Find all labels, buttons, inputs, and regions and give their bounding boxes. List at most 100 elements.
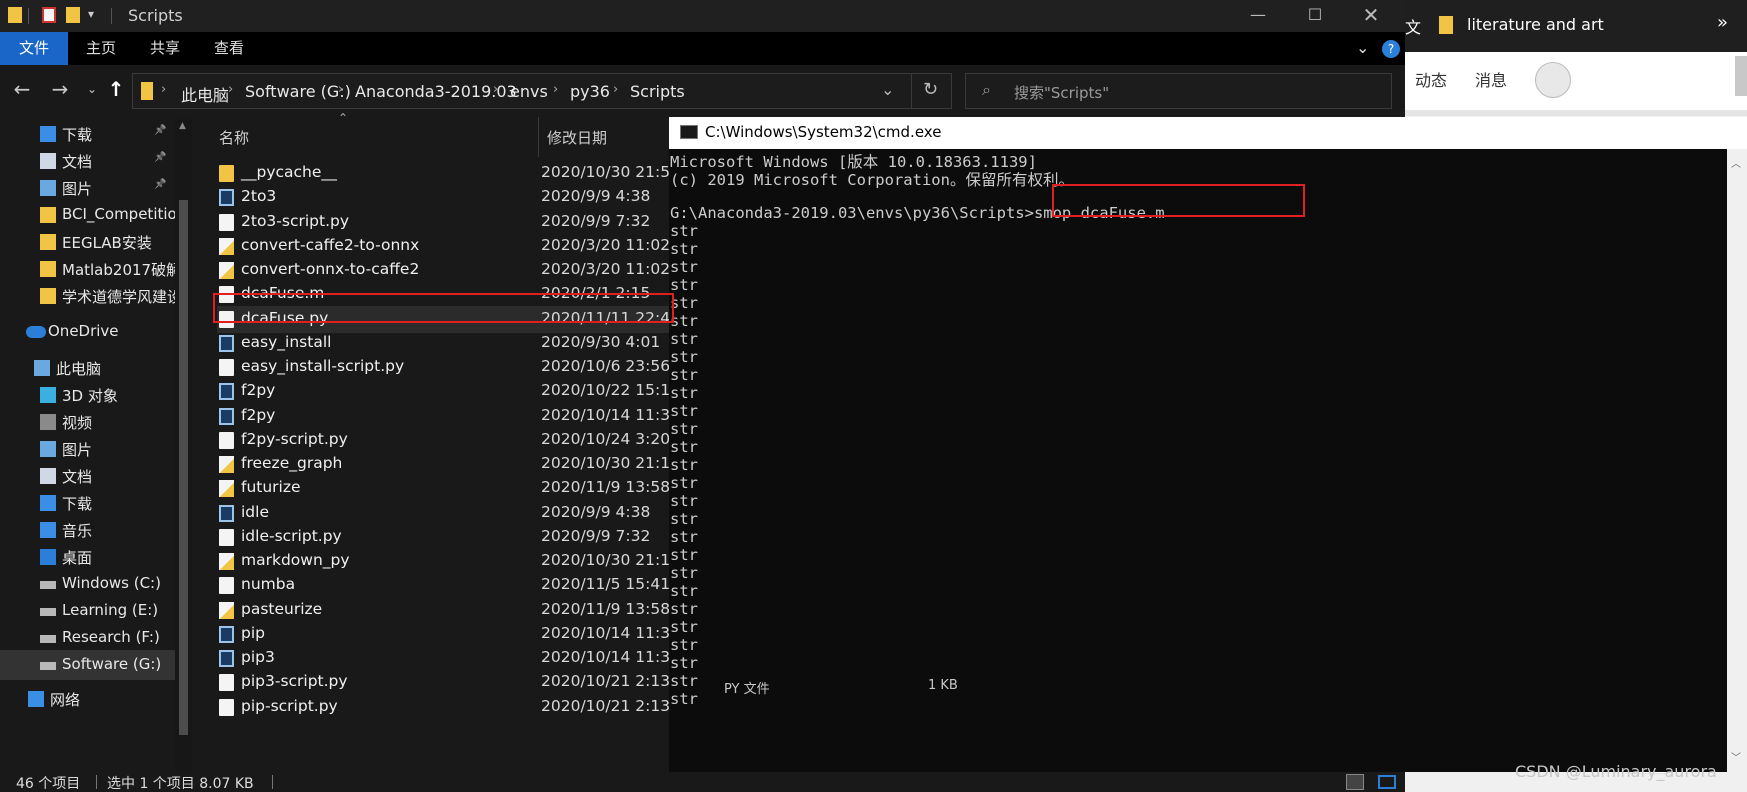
scroll-up-icon[interactable]: ▲ xyxy=(179,121,186,131)
help-button[interactable]: ? xyxy=(1382,40,1400,58)
column-date-header[interactable]: 修改日期 xyxy=(547,127,607,148)
cmd-title-bar: C:\Windows\System32\cmd.exe xyxy=(669,117,1747,149)
breadcrumb-envs[interactable]: envs xyxy=(510,82,548,101)
file-row[interactable]: easy_install 2020/9/30 4:01 xyxy=(217,330,670,357)
application-icon xyxy=(219,504,234,522)
address-box[interactable]: › 此电脑 › Software (G:) › Anaconda3-2019.0… xyxy=(132,73,952,109)
chevron-down-icon[interactable]: ⌄ xyxy=(881,80,894,99)
nav-item[interactable]: 文档 xyxy=(0,461,175,491)
file-row[interactable]: pip3 2020/10/14 11:31 xyxy=(217,645,670,672)
pin-icon[interactable]: 📌 xyxy=(154,152,166,163)
quick-access-dropdown-icon[interactable]: ▾ xyxy=(88,7,94,21)
tab-share[interactable]: 共享 xyxy=(136,32,194,65)
nav-item[interactable]: Matlab2017破解 xyxy=(0,254,175,284)
nav-item[interactable]: 3D 对象 xyxy=(0,380,175,410)
nav-item-label: 图片 xyxy=(62,180,93,198)
file-name: __pycache__ xyxy=(241,163,337,181)
file-row[interactable]: pip-script.py 2020/10/21 2:13 xyxy=(217,694,670,721)
scroll-up-icon[interactable]: ︿ xyxy=(1731,155,1741,170)
more-bookmarks-icon[interactable]: » xyxy=(1717,12,1728,33)
file-row[interactable]: markdown_py 2020/10/30 21:17 xyxy=(217,548,670,575)
back-arrow-icon[interactable]: ← xyxy=(10,77,34,101)
file-row[interactable]: 2to3-script.py 2020/9/9 7:32 xyxy=(217,209,670,236)
nav-item[interactable]: 图片 📌 xyxy=(0,173,175,203)
up-arrow-icon[interactable]: ↑ xyxy=(104,77,128,101)
file-name: f2py xyxy=(241,381,276,400)
recent-locations-icon[interactable]: ⌄ xyxy=(80,77,104,101)
application-icon xyxy=(219,650,234,667)
file-row[interactable]: freeze_graph 2020/10/30 21:18 xyxy=(217,451,670,478)
column-divider[interactable] xyxy=(538,117,539,157)
file-name: convert-caffe2-to-onnx xyxy=(241,235,420,254)
refresh-icon[interactable]: ↻ xyxy=(923,79,938,100)
nav-item[interactable]: Windows (C:) xyxy=(0,569,175,599)
file-row[interactable]: futurize 2020/11/9 13:58 xyxy=(217,475,670,502)
file-row[interactable]: pasteurize 2020/11/9 13:58 xyxy=(217,597,670,624)
nav-item[interactable]: OneDrive xyxy=(0,317,175,347)
large-icons-view-icon[interactable] xyxy=(1378,775,1396,789)
tab-file[interactable]: 文件 xyxy=(0,32,68,65)
file-row[interactable]: __pycache__ 2020/10/30 21:57 xyxy=(217,160,670,187)
file-row[interactable]: 2to3 2020/9/9 4:38 xyxy=(217,184,670,211)
divider xyxy=(96,775,97,789)
file-row[interactable]: convert-onnx-to-caffe2 2020/3/20 11:02 xyxy=(217,257,670,284)
nav-item[interactable]: EEGLAB安装 xyxy=(0,227,175,257)
file-row[interactable]: f2py-script.py 2020/10/24 3:20 xyxy=(217,427,670,454)
nav-item[interactable]: 下载 xyxy=(0,488,175,518)
drive-icon xyxy=(40,662,56,670)
nav-item[interactable]: Software (G:) xyxy=(0,650,175,680)
properties-icon[interactable] xyxy=(42,7,56,23)
breadcrumb-scripts[interactable]: Scripts xyxy=(630,82,685,101)
pin-icon[interactable]: 📌 xyxy=(154,125,166,136)
nav-item[interactable]: BCI_Competitio xyxy=(0,200,175,230)
nav-item[interactable]: 音乐 xyxy=(0,515,175,545)
file-row[interactable]: pip3-script.py 2020/10/21 2:13 xyxy=(217,669,670,696)
file-row[interactable]: idle-script.py 2020/9/9 7:32 xyxy=(217,524,670,551)
breadcrumb-py36[interactable]: py36 xyxy=(570,82,610,101)
nav-item[interactable]: Learning (E:) xyxy=(0,596,175,626)
tab-view[interactable]: 查看 xyxy=(200,32,258,65)
nav-scrollbar-thumb[interactable] xyxy=(179,200,188,735)
avatar[interactable] xyxy=(1535,62,1571,98)
file-modified-date: 2020/11/5 15:41 xyxy=(541,575,670,594)
breadcrumb-software-g[interactable]: Software (G:) xyxy=(245,82,351,101)
nav-item[interactable]: Research (F:) xyxy=(0,623,175,653)
minimize-button[interactable]: — xyxy=(1230,0,1286,32)
console-line: str xyxy=(670,528,698,546)
forward-arrow-icon[interactable]: → xyxy=(48,77,72,101)
new-folder-icon[interactable] xyxy=(66,7,80,23)
maximize-button[interactable]: ☐ xyxy=(1287,0,1343,32)
file-row[interactable]: f2py 2020/10/22 15:12 xyxy=(217,378,670,405)
nav-item[interactable]: 下载 📌 xyxy=(0,119,175,149)
tab-messages[interactable]: 消息 xyxy=(1475,67,1507,91)
file-row[interactable]: pip 2020/10/14 11:31 xyxy=(217,621,670,648)
column-name-header[interactable]: 名称 xyxy=(219,127,249,148)
file-row[interactable]: f2py 2020/10/14 11:31 xyxy=(217,403,670,430)
bookmark-literature-and-art[interactable]: literature and art xyxy=(1467,15,1604,34)
nav-item[interactable]: 图片 xyxy=(0,434,175,464)
nav-item[interactable]: 网络 xyxy=(0,684,175,714)
nav-item[interactable]: 视频 xyxy=(0,407,175,437)
file-row[interactable]: easy_install-script.py 2020/10/6 23:56 xyxy=(217,354,670,381)
search-input[interactable]: ⌕ 搜索"Scripts" xyxy=(965,73,1392,109)
nav-item[interactable]: 桌面 xyxy=(0,542,175,572)
file-row[interactable]: convert-caffe2-to-onnx 2020/3/20 11:02 xyxy=(217,233,670,260)
file-row[interactable]: numba 2020/11/5 15:41 xyxy=(217,572,670,599)
page-scrollbar-thumb[interactable] xyxy=(1735,56,1747,96)
file-modified-date: 2020/10/30 21:18 xyxy=(541,454,670,472)
file-modified-date: 2020/9/9 7:32 xyxy=(541,526,651,545)
pin-icon[interactable]: 📌 xyxy=(154,179,166,190)
file-row[interactable]: idle 2020/9/9 4:38 xyxy=(217,500,670,527)
cmd-output[interactable]: Microsoft Windows [版本 10.0.18363.1139] (c… xyxy=(669,149,1727,772)
close-button[interactable]: ✕ xyxy=(1343,0,1399,32)
scroll-down-icon[interactable]: ﹀ xyxy=(1731,749,1741,764)
nav-item[interactable]: 文档 📌 xyxy=(0,146,175,176)
cmd-scrollbar[interactable]: ︿ ﹀ xyxy=(1727,149,1747,772)
details-view-icon[interactable] xyxy=(1346,774,1364,790)
tab-dynamics[interactable]: 动态 xyxy=(1415,67,1447,91)
breadcrumb-this-pc[interactable]: 此电脑 xyxy=(181,82,229,106)
tab-home[interactable]: 主页 xyxy=(72,32,130,65)
nav-item[interactable]: 学术道德学风建设 xyxy=(0,281,175,311)
chevron-down-icon[interactable]: ⌄ xyxy=(1356,38,1369,57)
nav-item[interactable]: 此电脑 xyxy=(0,353,175,383)
